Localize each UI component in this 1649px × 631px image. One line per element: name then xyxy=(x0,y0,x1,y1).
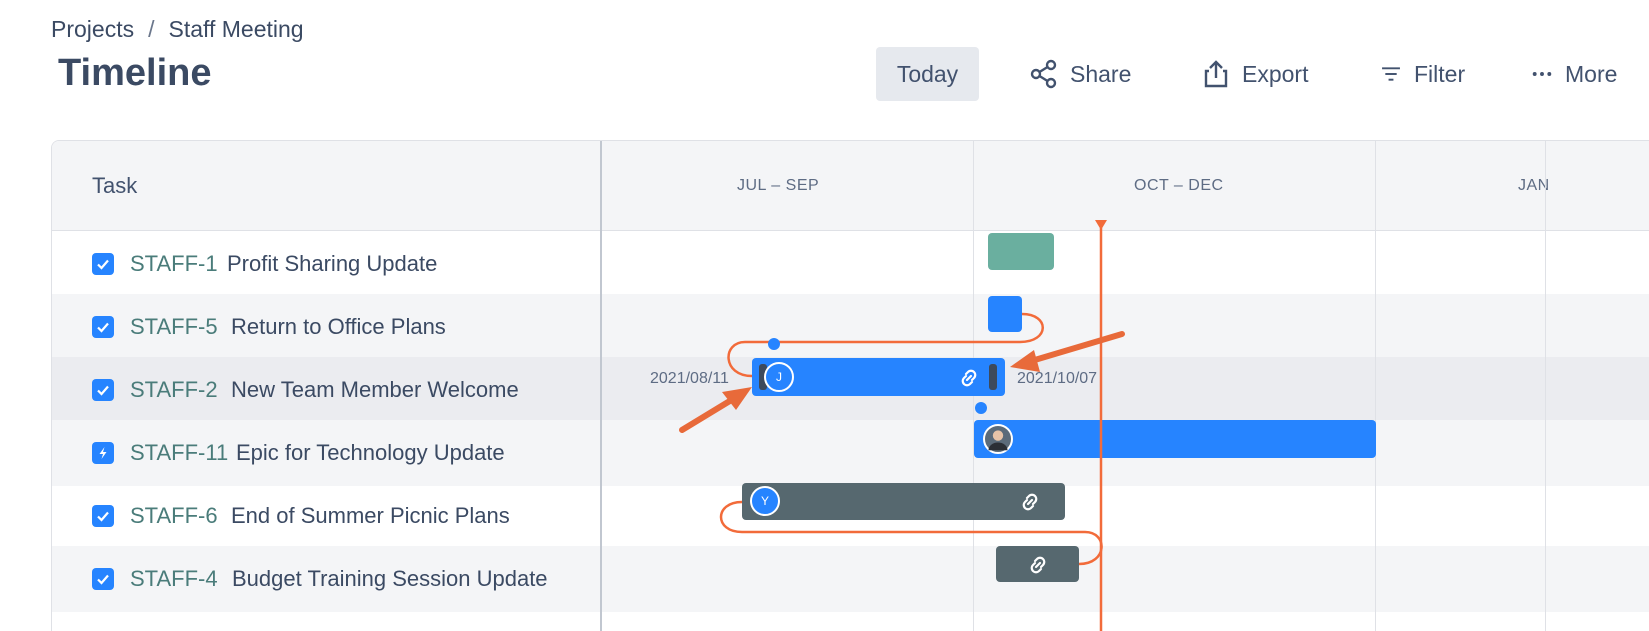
issue-summary[interactable]: New Team Member Welcome xyxy=(231,357,519,423)
assignee-avatar-photo xyxy=(983,424,1013,454)
breadcrumb-projects[interactable]: Projects xyxy=(51,16,134,43)
more-button[interactable]: More xyxy=(1529,47,1617,101)
export-label: Export xyxy=(1242,60,1309,87)
task-column-divider[interactable] xyxy=(600,141,602,631)
epic-lightning-icon xyxy=(92,442,114,464)
timeline-bar-staff-5[interactable] xyxy=(988,296,1022,332)
bar-start-date: 2021/08/11 xyxy=(650,370,729,387)
issue-summary[interactable]: Profit Sharing Update xyxy=(227,231,437,297)
column-header-oct-dec: OCT – DEC xyxy=(1134,177,1224,194)
task-checkbox-icon xyxy=(92,253,114,275)
assignee-avatar: J xyxy=(764,362,794,392)
share-button[interactable]: Share xyxy=(1028,47,1131,101)
timeline-bar-staff-11[interactable] xyxy=(974,420,1376,458)
table-row[interactable]: STAFF-5 Return to Office Plans xyxy=(52,294,1649,360)
issue-summary[interactable]: Budget Training Session Update xyxy=(232,546,548,612)
toolbar: Today Share Export Filter More xyxy=(0,47,1649,101)
more-label: More xyxy=(1565,60,1618,87)
bar-resize-handle-end[interactable] xyxy=(989,364,997,390)
today-button[interactable]: Today xyxy=(876,47,979,101)
timeline-bar-staff-1[interactable] xyxy=(988,233,1054,270)
task-checkbox-icon xyxy=(92,379,114,401)
table-row[interactable]: STAFF-4 Budget Training Session Update xyxy=(52,546,1649,612)
filter-button[interactable]: Filter xyxy=(1378,47,1465,101)
avatar-initial: J xyxy=(776,370,782,384)
export-button[interactable]: Export xyxy=(1200,47,1308,101)
bar-end-date: 2021/10/07 xyxy=(1017,370,1098,387)
link-icon[interactable] xyxy=(1026,553,1050,577)
issue-key[interactable]: STAFF-2 xyxy=(130,357,218,423)
link-icon[interactable] xyxy=(1018,490,1042,514)
timeline-header: Task JUL – SEP OCT – DEC JAN xyxy=(52,141,1649,231)
issue-summary[interactable]: Epic for Technology Update xyxy=(236,420,505,486)
column-header-jul-sep: JUL – SEP xyxy=(737,177,820,194)
issue-key[interactable]: STAFF-1 xyxy=(130,231,218,297)
assignee-avatar: Y xyxy=(750,486,780,516)
share-label: Share xyxy=(1070,60,1132,87)
task-checkbox-icon xyxy=(92,316,114,338)
person-icon xyxy=(988,430,1008,451)
quarter-divider xyxy=(1375,141,1376,631)
timeline-bar-staff-6[interactable] xyxy=(742,483,1065,520)
breadcrumb-current[interactable]: Staff Meeting xyxy=(168,16,303,43)
issue-summary[interactable]: Return to Office Plans xyxy=(231,294,446,360)
link-icon[interactable] xyxy=(957,366,981,390)
filter-icon xyxy=(1382,67,1400,81)
table-row[interactable]: STAFF-1 Profit Sharing Update xyxy=(52,231,1649,297)
table-row[interactable]: STAFF-11 Epic for Technology Update xyxy=(52,420,1649,486)
issue-key[interactable]: STAFF-11 xyxy=(130,420,228,486)
today-label: Today xyxy=(896,60,959,87)
breadcrumb: Projects / Staff Meeting xyxy=(51,16,304,43)
export-icon xyxy=(1204,60,1228,88)
more-icon xyxy=(1532,72,1552,76)
avatar-initial: Y xyxy=(760,494,769,508)
share-icon xyxy=(1030,59,1057,89)
issue-key[interactable]: STAFF-5 xyxy=(130,294,218,360)
issue-summary[interactable]: End of Summer Picnic Plans xyxy=(231,483,510,549)
task-checkbox-icon xyxy=(92,505,114,527)
breadcrumb-separator: / xyxy=(148,16,155,42)
issue-key[interactable]: STAFF-6 xyxy=(130,483,218,549)
filter-label: Filter xyxy=(1414,60,1466,87)
task-checkbox-icon xyxy=(92,568,114,590)
issue-key[interactable]: STAFF-4 xyxy=(130,546,218,612)
grid-right-edge xyxy=(1545,141,1546,631)
table-row-partial xyxy=(52,609,1649,631)
task-column-header: Task xyxy=(92,173,138,198)
